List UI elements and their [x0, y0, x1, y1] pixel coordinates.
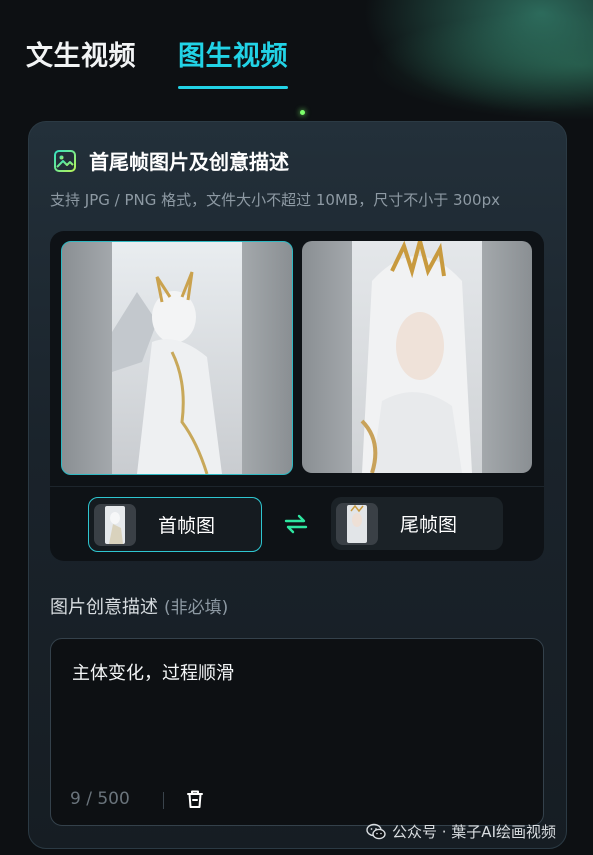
first-frame-thumb-image: [105, 505, 125, 544]
image-to-video-card: 首尾帧图片及创意描述 支持 JPG / PNG 格式，文件大小不超过 10MB，…: [28, 121, 567, 849]
optional-tag: (非必填): [164, 598, 229, 618]
frames-panel: 首帧图 尾帧图: [50, 231, 544, 561]
watermark: 公众号 · 葉子AI绘画视频: [366, 821, 556, 842]
glow-dot: [300, 110, 305, 115]
watermark-text: 公众号 · 葉子AI绘画视频: [392, 823, 556, 841]
first-frame-image: [112, 242, 242, 474]
last-frame-preview[interactable]: [302, 241, 532, 473]
last-frame-label: 尾帧图: [399, 514, 457, 536]
description-text[interactable]: 主体变化，过程顺滑: [72, 659, 234, 685]
upload-hint: 支持 JPG / PNG 格式，文件大小不超过 10MB，尺寸不小于 300px: [50, 191, 500, 209]
wechat-icon: [366, 823, 386, 839]
section-title: 首尾帧图片及创意描述: [89, 150, 289, 174]
counter-divider: [163, 792, 164, 809]
tab-image-to-video[interactable]: 图生视频: [178, 34, 288, 89]
description-label: 图片创意描述 (非必填): [50, 593, 228, 619]
first-frame-thumbnail: [94, 503, 136, 546]
last-frame-button[interactable]: 尾帧图: [331, 497, 503, 550]
section-header: 首尾帧图片及创意描述: [53, 146, 289, 175]
last-frame-image: [352, 241, 482, 473]
divider: [50, 486, 544, 487]
tab-text-to-video[interactable]: 文生视频: [26, 34, 136, 89]
char-counter: 9 / 500: [70, 789, 130, 809]
last-frame-thumb-image: [347, 504, 367, 543]
swap-arrows-icon[interactable]: [283, 513, 309, 535]
first-frame-preview[interactable]: [61, 241, 293, 475]
description-title: 图片创意描述: [50, 597, 158, 618]
mode-tabs: 文生视频 图生视频: [26, 34, 288, 89]
image-icon: [54, 149, 76, 172]
description-textarea[interactable]: 主体变化，过程顺滑 9 / 500: [50, 638, 544, 826]
trash-icon[interactable]: [184, 788, 206, 810]
first-frame-button[interactable]: 首帧图: [88, 497, 262, 552]
header-background-art: [333, 0, 593, 130]
first-frame-label: 首帧图: [157, 515, 215, 537]
last-frame-thumbnail: [336, 502, 378, 545]
